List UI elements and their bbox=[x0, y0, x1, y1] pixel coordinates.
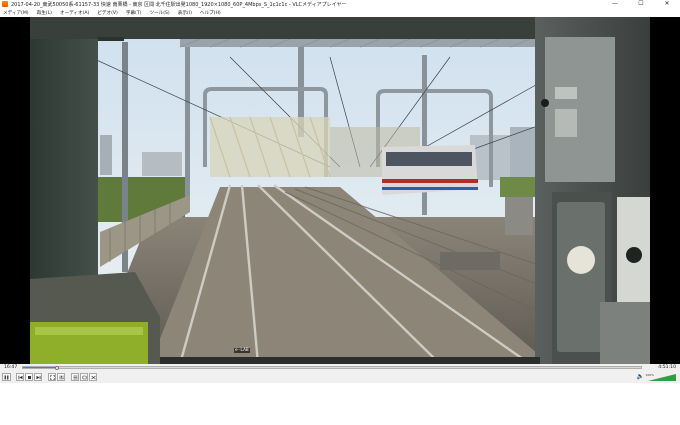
skip-previous-icon bbox=[18, 375, 22, 379]
window-title: 2017-04-20_東武50050系-61157-33 快速 南栗橋 - 東京… bbox=[11, 1, 347, 8]
playlist-button[interactable] bbox=[71, 373, 79, 381]
pause-button[interactable] bbox=[2, 373, 11, 381]
seek-handle[interactable] bbox=[54, 366, 59, 370]
playlist-icon bbox=[73, 375, 77, 379]
menu-bar: メディア(M) 再生(L) オーディオ(A) ビデオ(V) 字幕(T) ツール(… bbox=[0, 8, 680, 17]
elapsed-time: 16:47 bbox=[4, 365, 18, 370]
minimize-button[interactable]: — bbox=[602, 0, 628, 8]
fullscreen-button[interactable] bbox=[48, 373, 56, 381]
total-time: 4:51:10 bbox=[658, 365, 676, 370]
menu-tools[interactable]: ツール(S) bbox=[149, 10, 169, 16]
menu-media[interactable]: メディア(M) bbox=[3, 10, 29, 16]
vlc-cone-icon bbox=[2, 1, 8, 7]
equalizer-icon bbox=[59, 375, 63, 379]
skip-next-icon bbox=[36, 375, 40, 379]
pause-icon bbox=[4, 375, 9, 379]
menu-video[interactable]: ビデオ(V) bbox=[97, 10, 118, 16]
extended-settings-button[interactable] bbox=[57, 373, 65, 381]
menu-audio[interactable]: オーディオ(A) bbox=[60, 10, 89, 16]
window-bottom-area bbox=[0, 383, 680, 425]
seek-progress-fill bbox=[23, 367, 57, 368]
window-controls: — ☐ ✕ bbox=[602, 0, 680, 8]
loop-button[interactable] bbox=[80, 373, 88, 381]
fullscreen-icon bbox=[49, 374, 55, 380]
video-frame bbox=[30, 17, 650, 364]
volume-slider[interactable]: 100% bbox=[645, 373, 676, 381]
stop-button[interactable] bbox=[25, 373, 33, 381]
speaker-icon[interactable]: 🔈 bbox=[637, 373, 644, 380]
loop-icon bbox=[82, 375, 87, 379]
timeline-bar: 16:47 4:51:10 bbox=[0, 364, 680, 371]
menu-playback[interactable]: 再生(L) bbox=[37, 10, 52, 16]
maximize-button[interactable]: ☐ bbox=[628, 0, 654, 8]
volume-percent: 100% bbox=[645, 373, 654, 377]
menu-help[interactable]: ヘルプ(H) bbox=[200, 10, 221, 16]
video-watermark: e-LAB bbox=[234, 348, 250, 353]
close-button[interactable]: ✕ bbox=[654, 0, 680, 8]
title-bar: 2017-04-20_東武50050系-61157-33 快速 南栗橋 - 東京… bbox=[0, 0, 680, 8]
shuffle-button[interactable] bbox=[89, 373, 97, 381]
video-area[interactable]: e-LAB bbox=[0, 17, 680, 364]
menu-view[interactable]: 表示(I) bbox=[178, 10, 192, 16]
previous-button[interactable] bbox=[16, 373, 24, 381]
menu-subtitle[interactable]: 字幕(T) bbox=[126, 10, 142, 16]
shuffle-icon bbox=[90, 375, 96, 379]
stop-icon bbox=[27, 375, 31, 379]
next-button[interactable] bbox=[34, 373, 42, 381]
seek-slider[interactable] bbox=[22, 366, 642, 370]
